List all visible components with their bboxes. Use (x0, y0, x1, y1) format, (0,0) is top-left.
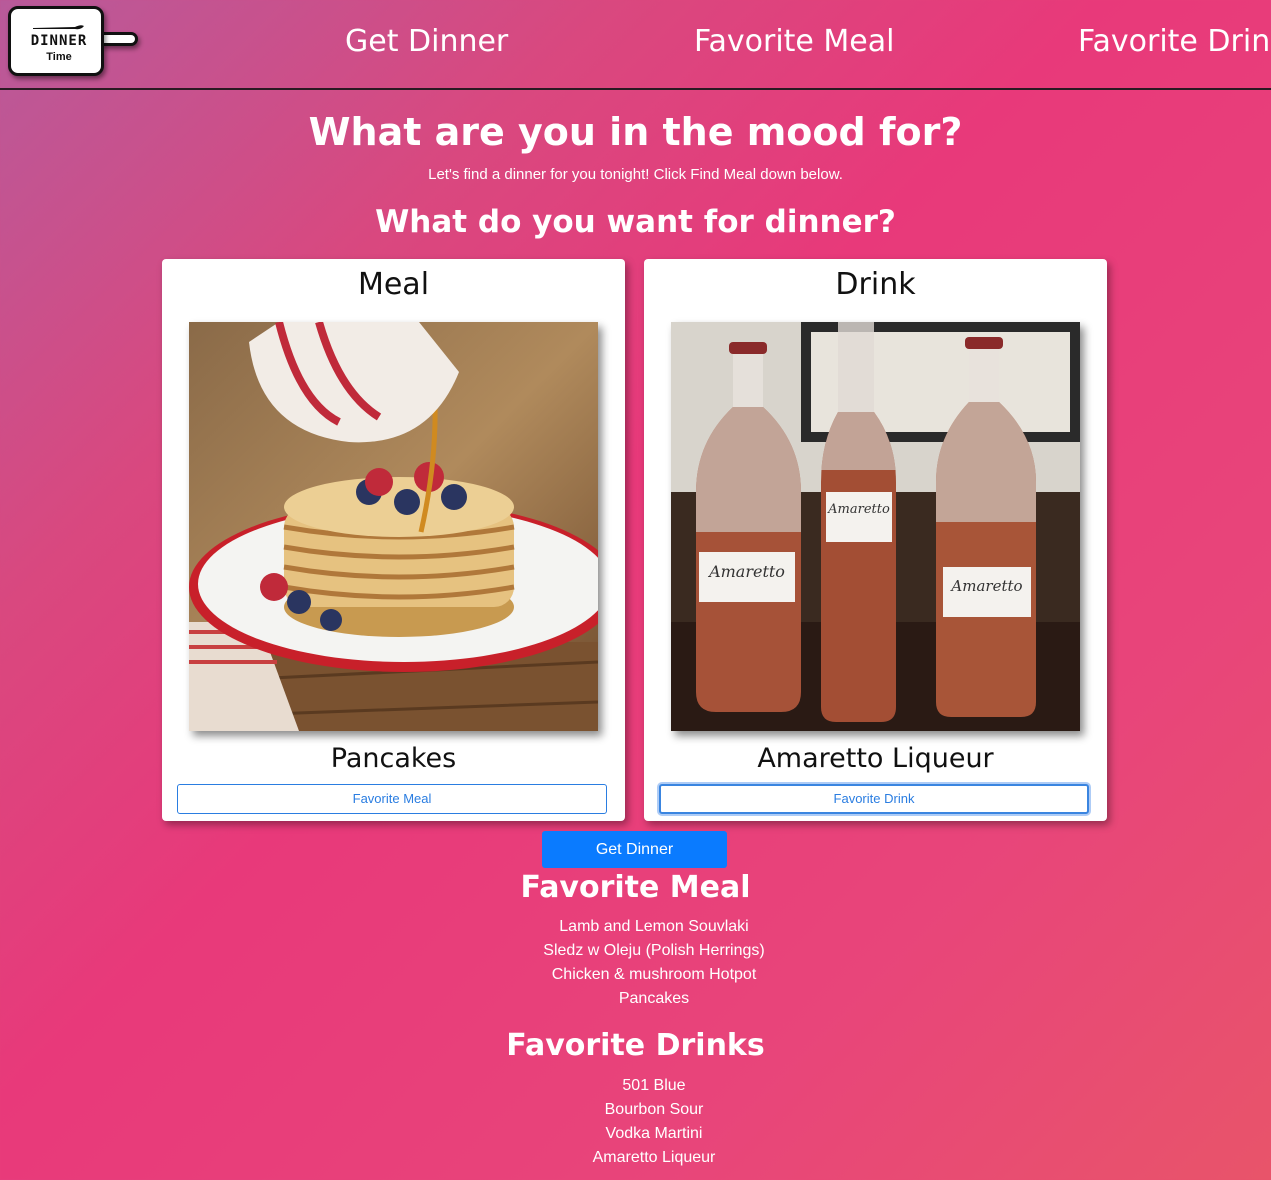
list-item: Sledz w Oleju (Polish Herrings) (543, 942, 765, 959)
drink-card-header: Drink (835, 267, 916, 302)
list-item: Pancakes (618, 990, 690, 1007)
dinner-question: What do you want for dinner? (375, 204, 896, 240)
bottle-label-2: Amaretto (828, 502, 890, 517)
meal-image (189, 322, 598, 731)
favorite-drink-button[interactable]: Favorite Drink (659, 784, 1089, 814)
meal-card: Meal Pancakes Favorite Meal (162, 259, 625, 821)
bottle-label-3: Amaretto (951, 577, 1023, 595)
list-item: Vodka Martini (605, 1125, 703, 1142)
drink-name: Amaretto Liqueur (757, 743, 994, 774)
list-item: Amaretto Liqueur (592, 1149, 716, 1166)
drink-card: Drink Amaretto Amaretto Amaretto Amarett… (644, 259, 1107, 821)
spoon-icon (33, 25, 84, 30)
list-item: 501 Blue (622, 1077, 686, 1094)
hero-title: What are you in the mood for? (308, 110, 963, 154)
hero-subtitle: Let's find a dinner for you tonight! Cli… (428, 166, 843, 183)
nav-favorite-meal[interactable]: Favorite Meal (694, 24, 894, 59)
favorite-meal-button[interactable]: Favorite Meal (177, 784, 607, 814)
list-item: Lamb and Lemon Souvlaki (559, 918, 749, 935)
drink-image: Amaretto Amaretto Amaretto (671, 322, 1080, 731)
list-item: Bourbon Sour (604, 1101, 704, 1118)
bottle-label-1: Amaretto (709, 562, 785, 581)
logo-word: DINNER (30, 33, 88, 49)
list-item: Chicken & mushroom Hotpot (551, 966, 757, 983)
favorite-meal-list: Lamb and Lemon Souvlaki Sledz w Oleju (P… (0, 915, 1271, 1011)
meal-name: Pancakes (330, 743, 457, 774)
nav-favorite-drink[interactable]: Favorite Drink (1078, 24, 1271, 59)
favorite-drinks-list: 501 Blue Bourbon Sour Vodka Martini Amar… (0, 1074, 1271, 1170)
navbar: DINNER Time Get Dinner Favorite Meal Fav… (0, 0, 1271, 90)
favorite-drinks-title: Favorite Drinks (506, 1028, 765, 1063)
get-dinner-button[interactable]: Get Dinner (542, 831, 727, 868)
nav-get-dinner[interactable]: Get Dinner (345, 24, 508, 59)
logo-subtext: Time (46, 51, 72, 63)
favorite-meal-title: Favorite Meal (520, 870, 751, 905)
meal-card-header: Meal (357, 267, 430, 302)
